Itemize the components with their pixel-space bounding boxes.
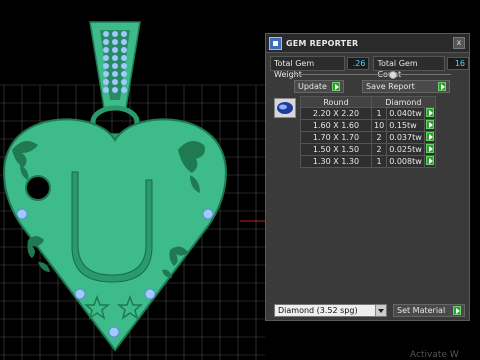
- material-select[interactable]: Diamond (3.52 spg): [274, 304, 387, 317]
- save-report-button-label: Save Report: [366, 82, 415, 91]
- gem-size-cell: 1.70 X 1.70: [300, 131, 372, 144]
- slider-knob[interactable]: [389, 71, 397, 79]
- row-play-icon[interactable]: [425, 144, 434, 153]
- gem-weight-cell: 0.15tw: [386, 119, 425, 132]
- gem-weight-cell: 0.025tw: [386, 143, 425, 156]
- set-material-play-icon: [453, 306, 461, 315]
- gem-weight-cell: 0.008tw: [386, 155, 425, 168]
- save-report-button[interactable]: Save Report: [362, 80, 450, 93]
- update-button-label: Update: [298, 82, 327, 91]
- row-play-icon[interactable]: [425, 108, 434, 117]
- round-gem-thumbnail[interactable]: [274, 98, 296, 118]
- update-button[interactable]: Update: [294, 80, 344, 93]
- gem-count-cell: 2: [370, 143, 388, 156]
- gem-table: Round Diamond 2.20 X 2.20 1 0.040tw 1.60 X …: [300, 96, 436, 168]
- table-row[interactable]: 1.30 X 1.30 1 0.008tw: [300, 155, 436, 168]
- chain-hole: [25, 175, 51, 201]
- row-play-icon[interactable]: [425, 132, 434, 141]
- row-action-cell[interactable]: [423, 107, 436, 120]
- gem-reporter-panel: GEM REPORTER x Total Gem Weight .26 Tota…: [265, 33, 470, 321]
- row-action-cell[interactable]: [423, 119, 436, 132]
- column-header-shape: Round: [300, 96, 372, 108]
- gem-size-cell: 1.50 X 1.50: [300, 143, 372, 156]
- gem-reporter-icon: [269, 36, 282, 50]
- row-play-icon[interactable]: [425, 120, 434, 129]
- total-gem-count-label: Total Gem Count: [373, 56, 445, 79]
- total-gem-count-value: 16: [446, 57, 470, 70]
- gem-weight-cell: 0.040tw: [386, 107, 425, 120]
- gem-size-cell: 1.60 X 1.60: [300, 119, 372, 132]
- heart-pendant-model[interactable]: [0, 0, 270, 360]
- close-button[interactable]: x: [453, 37, 465, 49]
- total-gem-weight-value: .26: [347, 57, 370, 70]
- table-row[interactable]: 1.60 X 1.60 10 0.15tw: [300, 119, 436, 132]
- row-action-cell[interactable]: [423, 143, 436, 156]
- gem-count-cell: 2: [370, 131, 388, 144]
- gem-count-cell: 1: [370, 107, 388, 120]
- set-material-button-label: Set Material: [397, 306, 446, 315]
- gem-size-cell: 1.30 X 1.30: [300, 155, 372, 168]
- chevron-down-icon: [375, 305, 386, 316]
- set-material-button[interactable]: Set Material: [393, 304, 465, 317]
- table-row[interactable]: 1.70 X 1.70 2 0.037tw: [300, 131, 436, 144]
- gem-count-cell: 1: [370, 155, 388, 168]
- panel-titlebar[interactable]: GEM REPORTER x: [266, 34, 469, 53]
- panel-title: GEM REPORTER: [286, 38, 359, 48]
- activation-watermark: Activate W: [410, 350, 459, 360]
- table-row[interactable]: 2.20 X 2.20 1 0.040tw: [300, 107, 436, 120]
- table-row[interactable]: 1.50 X 1.50 2 0.025tw: [300, 143, 436, 156]
- material-select-value: Diamond (3.52 spg): [278, 306, 358, 315]
- gem-weight-cell: 0.037tw: [386, 131, 425, 144]
- bail: [89, 21, 141, 139]
- row-action-cell[interactable]: [423, 131, 436, 144]
- gem-count-cell: 10: [370, 119, 388, 132]
- total-gem-weight-label: Total Gem Weight: [270, 56, 346, 79]
- row-action-cell[interactable]: [423, 155, 436, 168]
- update-play-icon: [332, 82, 340, 91]
- column-header-material: Diamond: [371, 96, 436, 108]
- save-report-play-icon: [438, 82, 446, 91]
- panel-slider[interactable]: [291, 71, 451, 79]
- gem-size-cell: 2.20 X 2.20: [300, 107, 372, 120]
- row-play-icon[interactable]: [425, 156, 434, 165]
